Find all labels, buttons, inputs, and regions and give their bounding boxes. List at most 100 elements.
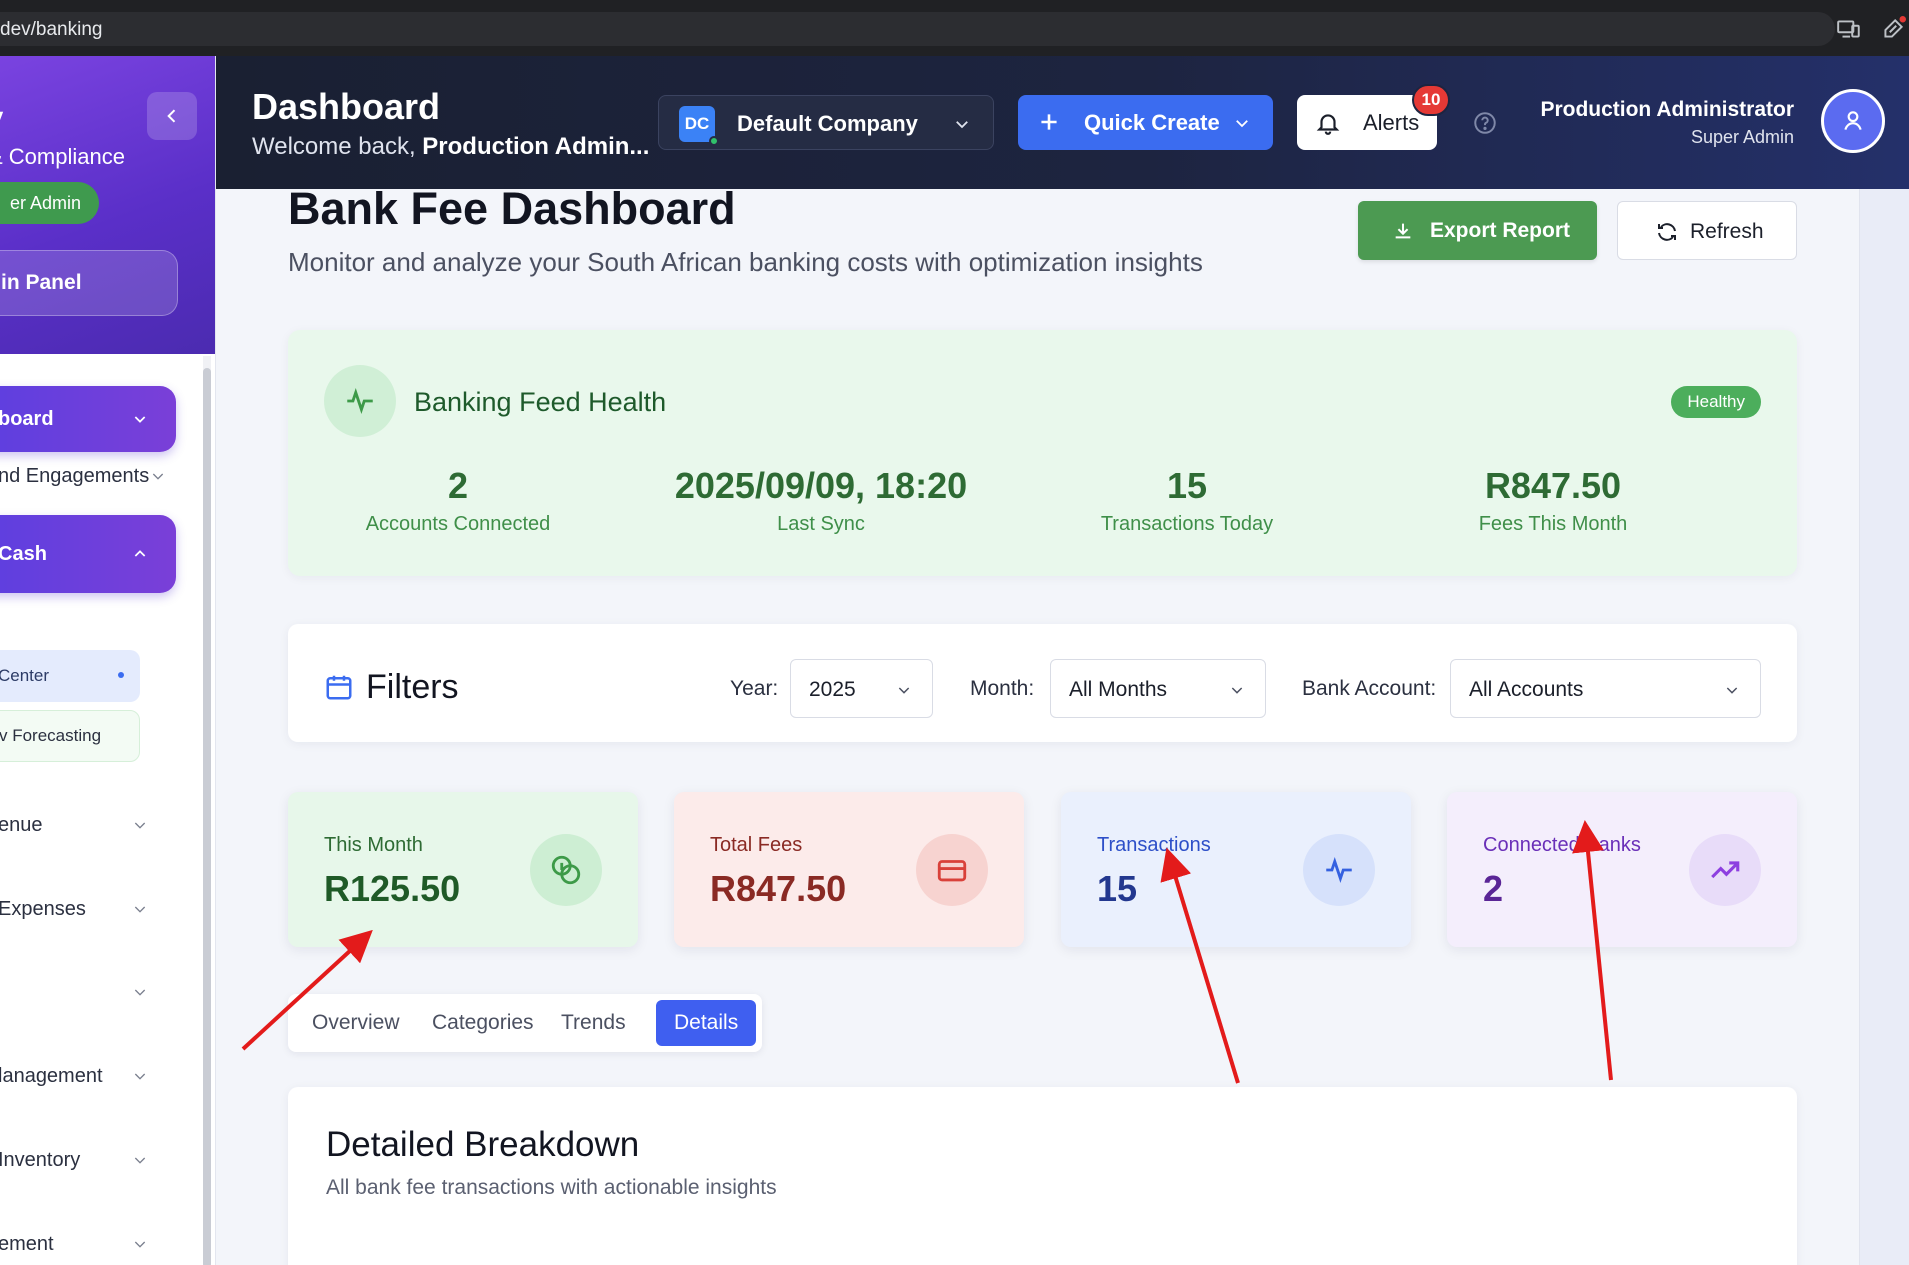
chevron-up-icon xyxy=(134,550,146,557)
sidebar-item-label: v Forecasting xyxy=(0,726,102,745)
sidebar-subitem-center[interactable]: Center xyxy=(0,650,140,702)
activity-icon xyxy=(347,388,373,414)
alerts-label: Alerts xyxy=(1363,110,1420,135)
kpi-card-transactions: Transactions 15 xyxy=(1061,792,1411,947)
sidebar-item-label: Center xyxy=(0,666,50,685)
bank-account-label: Bank Account: xyxy=(1302,677,1437,700)
collapse-sidebar-button[interactable] xyxy=(147,92,197,140)
quick-create-label: Quick Create xyxy=(1084,110,1220,135)
stat-last-sync: 2025/09/09, 18:20 Last Sync xyxy=(631,465,1011,536)
extension-icon[interactable] xyxy=(1880,16,1906,42)
alerts-button[interactable]: Alerts 10 xyxy=(1297,84,1450,150)
filters-title: Filters xyxy=(366,668,459,706)
tab-bar: Overview Categories Trends Details xyxy=(288,994,762,1052)
year-label: Year: xyxy=(730,677,779,700)
bank-account-select[interactable]: All Accounts xyxy=(1450,659,1761,718)
admin-panel-button[interactable]: in Panel xyxy=(0,250,178,316)
filters-card: Filters Year: 2025 Month: All Months Ban… xyxy=(288,624,1797,742)
sidebar-subitem-forecasting[interactable]: v Forecasting xyxy=(0,710,140,762)
user-icon xyxy=(1844,111,1862,130)
sidebar-item-expenses[interactable]: Expenses xyxy=(0,876,176,942)
sidebar-item-ement[interactable]: ement xyxy=(0,1211,176,1265)
banking-feed-health-card: Banking Feed Health Healthy 2 Accounts C… xyxy=(288,330,1797,576)
refresh-button[interactable]: Refresh xyxy=(1617,201,1797,260)
sidebar-item-inventory[interactable]: Inventory xyxy=(0,1127,176,1193)
sidebar-item-management[interactable]: lanagement xyxy=(0,1043,176,1109)
user-role: Super Admin xyxy=(1690,127,1794,147)
detailed-breakdown-card: Detailed Breakdown All bank fee transact… xyxy=(288,1087,1797,1265)
chevron-down-icon xyxy=(152,473,164,480)
active-dot xyxy=(118,672,124,678)
refresh-label: Refresh xyxy=(1690,220,1764,243)
tab-overview[interactable]: Overview xyxy=(294,1000,418,1046)
sidebar-item-label: enue xyxy=(0,813,43,836)
kpi-icon-circle xyxy=(916,834,988,906)
sidebar-item-unlabeled[interactable] xyxy=(0,959,176,1025)
alerts-count-badge: 10 xyxy=(1412,84,1450,116)
header-title: Dashboard xyxy=(252,86,441,127)
role-badge: er Admin xyxy=(0,182,100,224)
stat-fees-this-month: R847.50 Fees This Month xyxy=(1363,465,1743,536)
chevron-down-icon xyxy=(898,687,910,694)
chevron-down-icon xyxy=(134,1073,146,1080)
export-report-label: Export Report xyxy=(1430,219,1571,242)
chevron-down-icon xyxy=(134,1157,146,1164)
sidebar-brand: fy & Compliance er Admin in Panel xyxy=(0,56,215,354)
chevron-down-icon xyxy=(1236,120,1248,128)
breakdown-subtitle: All bank fee transactions with actionabl… xyxy=(326,1176,777,1199)
tab-categories[interactable]: Categories xyxy=(414,1000,552,1046)
kpi-value: R847.50 xyxy=(710,868,847,909)
page-title: Bank Fee Dashboard xyxy=(288,183,736,234)
sidebar-item-revenue[interactable]: enue xyxy=(0,792,176,858)
kpi-value: R125.50 xyxy=(324,868,461,909)
sidebar-item-label: Inventory xyxy=(0,1148,81,1171)
year-value: 2025 xyxy=(809,678,856,701)
welcome-user-name: Production Admin... xyxy=(422,133,650,160)
feed-icon-circle xyxy=(324,365,396,437)
export-report-button[interactable]: Export Report xyxy=(1358,201,1597,260)
chevron-down-icon xyxy=(134,989,146,996)
stat-value: 15 xyxy=(1166,465,1208,506)
company-selector[interactable]: DC Default Company xyxy=(658,95,994,150)
top-header: Dashboard Welcome back, Production Admin… xyxy=(216,56,1909,189)
trending-up-icon xyxy=(1711,861,1740,879)
sidebar-item-label: lanagement xyxy=(0,1064,103,1087)
sidebar-scrollbar-thumb[interactable] xyxy=(203,368,211,1265)
stat-label: Accounts Connected xyxy=(365,513,551,535)
sidebar-item-cash[interactable]: Cash xyxy=(0,515,176,593)
stat-accounts-connected: 2 Accounts Connected xyxy=(268,465,648,536)
chevron-down-icon xyxy=(134,822,146,829)
tab-details[interactable]: Details xyxy=(656,1000,757,1046)
user-avatar[interactable] xyxy=(1821,89,1885,153)
address-bar[interactable] xyxy=(0,12,1835,46)
kpi-icon-circle xyxy=(1689,834,1761,906)
browser-bar: dev/banking xyxy=(0,0,1909,56)
month-label: Month: xyxy=(970,677,1035,700)
sidebar-item-label: Cash xyxy=(0,542,47,565)
kpi-label: Connected Banks xyxy=(1483,834,1641,856)
year-select[interactable]: 2025 xyxy=(790,659,933,718)
sidebar-item-engagements[interactable]: nd Engagements xyxy=(0,443,176,509)
address-text[interactable]: dev/banking xyxy=(0,19,102,41)
kpi-label: Transactions xyxy=(1097,834,1211,856)
online-status-dot xyxy=(709,136,719,146)
sidebar: fy & Compliance er Admin in Panel board … xyxy=(0,56,216,1265)
devices-icon[interactable] xyxy=(1836,16,1862,42)
stat-value: R847.50 xyxy=(1484,465,1622,506)
sidebar-item-label: nd Engagements xyxy=(0,464,150,487)
status-badge: Healthy xyxy=(1671,386,1761,418)
page-gutter xyxy=(1859,189,1909,1265)
download-icon xyxy=(1395,223,1411,239)
kpi-card-total-fees: Total Fees R847.50 xyxy=(674,792,1024,947)
month-select[interactable]: All Months xyxy=(1050,659,1266,718)
quick-create-button[interactable]: Quick Create xyxy=(1018,95,1273,150)
chevron-down-icon xyxy=(956,121,968,129)
stat-value: 2025/09/09, 18:20 xyxy=(674,465,968,506)
stat-value: 2 xyxy=(447,465,469,506)
tab-trends[interactable]: Trends xyxy=(543,1000,644,1046)
welcome-prefix: Welcome back, xyxy=(252,133,423,160)
brand-name: fy xyxy=(0,96,3,144)
help-icon[interactable] xyxy=(1472,110,1498,136)
kpi-card-this-month: This Month R125.50 xyxy=(288,792,638,947)
sidebar-item-label: board xyxy=(0,407,54,430)
